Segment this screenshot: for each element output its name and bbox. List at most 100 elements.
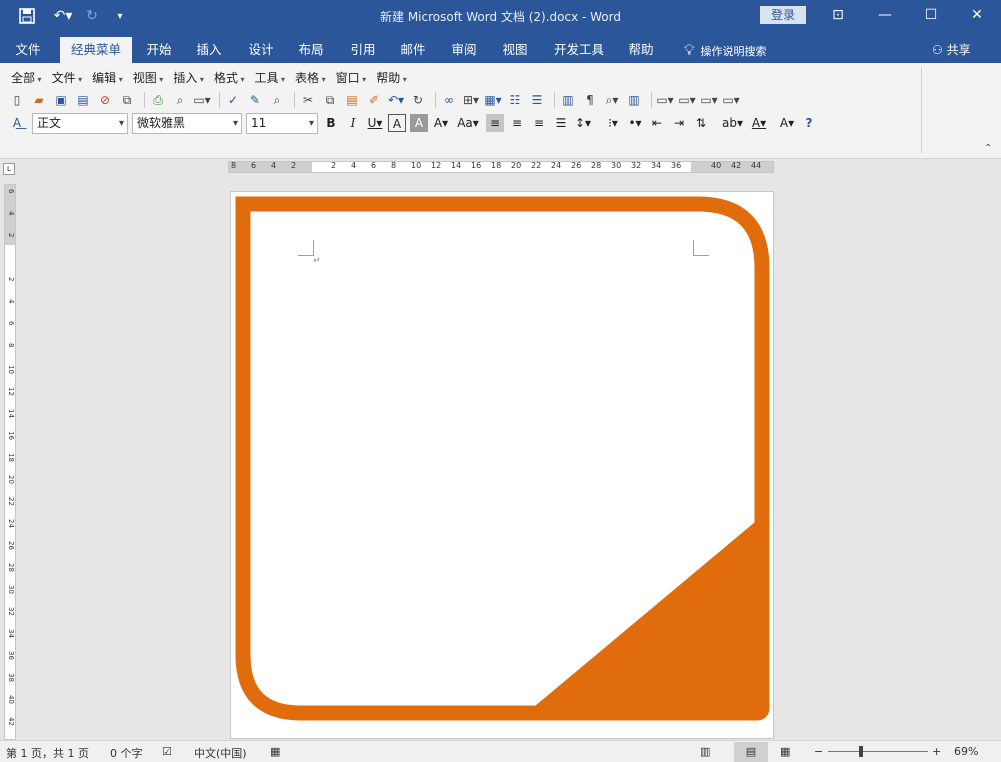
help-icon[interactable]: ?	[800, 114, 818, 132]
zoom-in-button[interactable]: +	[932, 745, 941, 758]
format-painter-icon[interactable]: ✐	[365, 92, 383, 108]
zoom-level[interactable]: 69%	[954, 745, 978, 758]
read-mode-icon[interactable]: ▥	[700, 745, 710, 758]
zoom-icon[interactable]: ⌕▾	[603, 92, 621, 108]
line-spacing-icon[interactable]: ↕▾	[574, 114, 592, 132]
tab-design[interactable]: 设计	[240, 37, 282, 63]
word-count[interactable]: 0 个字	[110, 745, 143, 761]
document-map-icon[interactable]: ▥	[559, 92, 577, 108]
styles-icon[interactable]: A͟	[8, 115, 26, 131]
align-left-icon[interactable]: ≡	[486, 114, 504, 132]
web-layout-icon[interactable]: ▦	[780, 745, 790, 758]
undo-icon[interactable]: ↶▾	[387, 92, 405, 108]
columns-icon[interactable]: ☷	[506, 92, 524, 108]
tab-insert[interactable]: 插入	[188, 37, 230, 63]
reading-mode-icon[interactable]: ▥	[625, 92, 643, 108]
vertical-scrollbar[interactable]	[982, 159, 1001, 740]
borders-icon[interactable]: ⊞▾	[462, 92, 480, 108]
permission-icon[interactable]: ⧉	[118, 92, 136, 108]
save-as-icon[interactable]: ▤	[74, 92, 92, 108]
translate-icon[interactable]: ⌕	[268, 92, 286, 108]
comment-icon[interactable]: ▭▾	[656, 92, 674, 108]
login-button[interactable]: 登录	[760, 6, 806, 24]
close-document-icon[interactable]: ⊘	[96, 92, 114, 108]
menu-help[interactable]: 帮助	[371, 69, 412, 87]
tab-references[interactable]: 引用	[342, 37, 384, 63]
maximize-icon[interactable]: ☐	[919, 4, 943, 26]
tab-developer[interactable]: 开发工具	[548, 37, 610, 63]
font-size-select[interactable]: 11 ▾	[246, 112, 318, 134]
ribbon-display-options-icon[interactable]: ⊡	[826, 4, 850, 26]
menu-all[interactable]: 全部	[6, 69, 47, 87]
tab-view[interactable]: 视图	[494, 37, 536, 63]
bold-button[interactable]: B	[322, 114, 340, 132]
proofing-icon[interactable]: ☑	[162, 745, 172, 758]
justify-icon[interactable]: ☰	[552, 114, 570, 132]
save-icon[interactable]: ▣	[52, 92, 70, 108]
tab-mailings[interactable]: 邮件	[392, 37, 434, 63]
drawing-icon[interactable]: ☰	[528, 92, 546, 108]
minimize-icon[interactable]: —	[873, 4, 897, 26]
font-color-icon[interactable]: A▾	[750, 114, 768, 132]
share-button[interactable]: ⚇ 共享	[932, 37, 971, 63]
text-effects-icon[interactable]: A▾	[432, 114, 450, 132]
vertical-ruler[interactable]: 6 4 2 2 4 6 8 10 12 14 16 18 20 22 24 26 28 30 32 34 36 38 40 4…	[4, 184, 16, 740]
character-border-icon[interactable]: A	[388, 114, 406, 132]
sort-icon[interactable]: ⇅	[692, 114, 710, 132]
page-setup-icon[interactable]: ▭▾	[193, 92, 211, 108]
paste-icon[interactable]: ▤	[343, 92, 361, 108]
collapse-ribbon-icon[interactable]: ⌃	[984, 143, 992, 154]
character-shading-icon[interactable]: A	[410, 114, 428, 132]
show-formatting-icon[interactable]: ¶	[581, 92, 599, 108]
menu-table[interactable]: 表格	[290, 69, 331, 87]
zoom-out-button[interactable]: −	[814, 745, 823, 758]
orange-frame-shape[interactable]	[231, 192, 774, 739]
language-indicator[interactable]: 中文(中国)	[194, 745, 247, 761]
zoom-slider-thumb[interactable]	[858, 746, 863, 757]
tab-layout[interactable]: 布局	[290, 37, 332, 63]
font-select[interactable]: 微软雅黑 ▾	[132, 112, 242, 134]
open-folder-icon[interactable]: ▰	[30, 92, 48, 108]
underline-button[interactable]: U▾	[366, 114, 384, 132]
change-case-icon[interactable]: Aa▾	[454, 114, 482, 132]
header-footer-icon[interactable]: ▭▾	[678, 92, 696, 108]
track-changes-icon[interactable]: ▭▾	[700, 92, 718, 108]
tab-classic-menu[interactable]: 经典菜单	[60, 37, 132, 63]
menu-insert[interactable]: 插入	[168, 69, 209, 87]
print-icon[interactable]: ⎙	[149, 92, 167, 108]
document-page[interactable]: ↵	[230, 191, 774, 739]
hyperlink-icon[interactable]: ∞	[440, 92, 458, 108]
print-preview-icon[interactable]: ⌕	[171, 92, 189, 108]
menu-tools[interactable]: 工具	[249, 69, 290, 87]
print-layout-icon[interactable]: ▤	[734, 742, 768, 762]
spelling-icon[interactable]: ✓	[224, 92, 242, 108]
bullets-icon[interactable]: •▾	[626, 114, 644, 132]
tab-help[interactable]: 帮助	[620, 37, 662, 63]
macro-icon[interactable]: ▦	[270, 745, 280, 758]
text-box-icon[interactable]: ▭▾	[722, 92, 740, 108]
align-right-icon[interactable]: ≡	[530, 114, 548, 132]
align-center-icon[interactable]: ≡	[508, 114, 526, 132]
menu-view[interactable]: 视图	[128, 69, 169, 87]
research-icon[interactable]: ✎	[246, 92, 264, 108]
italic-button[interactable]: I	[344, 114, 362, 132]
redo-icon[interactable]: ↻	[409, 92, 427, 108]
tab-home[interactable]: 开始	[138, 37, 180, 63]
tab-file[interactable]: 文件	[6, 37, 50, 63]
page-count[interactable]: 第 1 页，共 1 页	[6, 745, 89, 761]
menu-window[interactable]: 窗口	[331, 69, 372, 87]
menu-file[interactable]: 文件	[47, 69, 88, 87]
clear-format-icon[interactable]: A▾	[778, 114, 796, 132]
horizontal-ruler[interactable]: 8 6 4 2 2 4 6 8 10 12 14 16 18 20 22 24 26 28 30 32 34 36 40 42…	[228, 161, 774, 173]
menu-edit[interactable]: 编辑	[87, 69, 128, 87]
copy-icon[interactable]: ⧉	[321, 92, 339, 108]
cut-icon[interactable]: ✂	[299, 92, 317, 108]
increase-indent-icon[interactable]: ⇥	[670, 114, 688, 132]
new-document-icon[interactable]: ▯	[8, 92, 26, 108]
style-select[interactable]: 正文 ▾	[32, 112, 128, 134]
decrease-indent-icon[interactable]: ⇤	[648, 114, 666, 132]
insert-table-icon[interactable]: ▦▾	[484, 92, 502, 108]
close-icon[interactable]: ✕	[965, 4, 989, 26]
numbering-icon[interactable]: ⁝▾	[604, 114, 622, 132]
tell-me-search[interactable]: 💡︎ 操作说明搜索	[684, 37, 767, 63]
